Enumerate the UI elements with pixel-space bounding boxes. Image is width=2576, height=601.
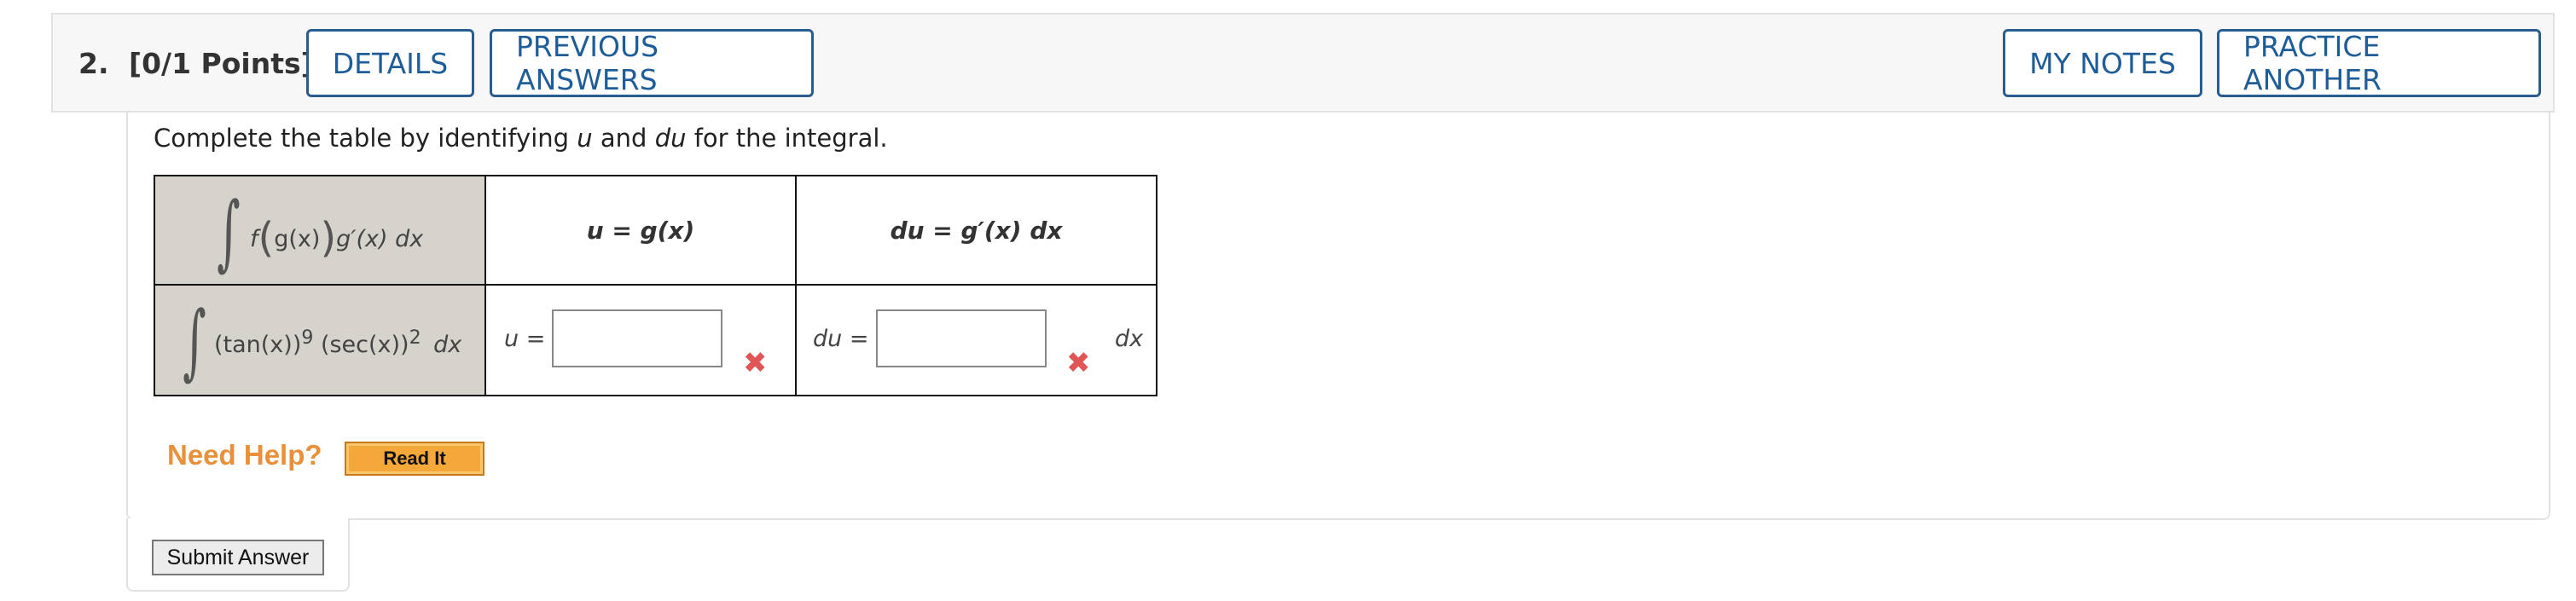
- details-button[interactable]: DETAILS: [306, 29, 474, 97]
- question-number: 2.: [78, 47, 109, 80]
- previous-answers-button[interactable]: PREVIOUS ANSWERS: [490, 29, 814, 97]
- u-input[interactable]: [552, 309, 722, 367]
- header-du-cell: du = g′(x) dx: [795, 175, 1157, 286]
- integral-cell: ∫ (tan(x))9 (sec(x))2 dx: [154, 284, 486, 396]
- du-input[interactable]: [876, 309, 1047, 367]
- question-points: [0/1 Points]: [129, 47, 314, 80]
- incorrect-x-icon: ✖: [743, 346, 768, 380]
- substitution-table: ∫ f(g(x))g′(x) dx u = g(x) du = g′(x) dx…: [154, 175, 1157, 396]
- practice-another-button[interactable]: PRACTICE ANOTHER: [2217, 29, 2541, 97]
- submit-answer-button[interactable]: Submit Answer: [152, 540, 324, 575]
- integral-expression: (tan(x))9 (sec(x))2 dx: [214, 327, 462, 358]
- integral-sign-icon: ∫: [217, 184, 241, 280]
- read-it-button[interactable]: Read It: [345, 442, 484, 476]
- u-label: u =: [504, 326, 546, 352]
- instruction-text: Complete the table by identifying u and …: [154, 124, 888, 153]
- header-f: f: [250, 226, 258, 252]
- my-notes-button[interactable]: MY NOTES: [2003, 29, 2202, 97]
- du-label: du =: [813, 326, 869, 352]
- u-answer-cell: u = ✖: [484, 284, 797, 396]
- incorrect-x-icon: ✖: [1066, 346, 1091, 380]
- header-gprime: g′(x) dx: [336, 226, 424, 252]
- question-number-points: 2. [0/1 Points]: [78, 47, 314, 80]
- need-help-label: Need Help?: [167, 439, 322, 471]
- integral-sign-icon: ∫: [183, 293, 206, 389]
- question-header: 2. [0/1 Points] DETAILS PREVIOUS ANSWERS…: [51, 13, 2555, 113]
- dx-suffix: dx: [1115, 326, 1144, 352]
- header-integral-cell: ∫ f(g(x))g′(x) dx: [154, 175, 486, 286]
- du-answer-cell: du = ✖ dx: [795, 284, 1157, 396]
- header-gx: g(x): [274, 226, 321, 252]
- header-u-cell: u = g(x): [484, 175, 797, 286]
